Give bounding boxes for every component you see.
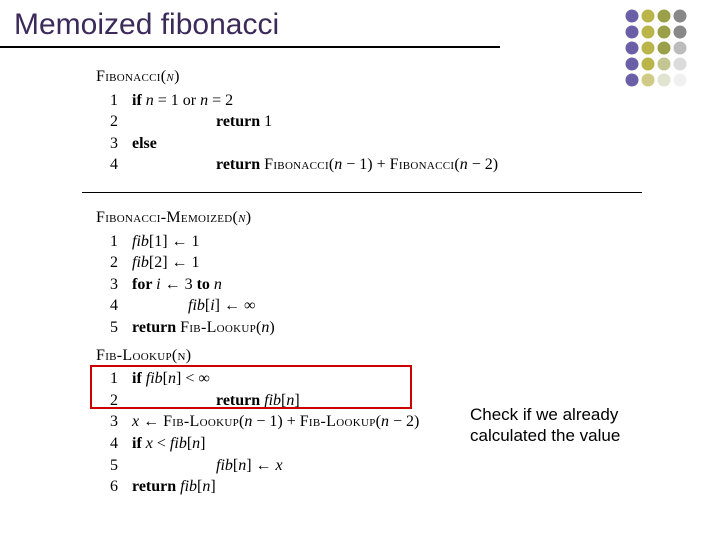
code-line: 3 else	[96, 133, 720, 155]
code-text: return Fib-Lookup(n)	[132, 317, 275, 339]
code-line: 2 fib[2] ← 1	[96, 252, 720, 274]
code-text: return 1	[132, 111, 272, 133]
code-text: fib[i] ← ∞	[132, 295, 255, 317]
line-number: 3	[96, 133, 118, 155]
code-text: else	[132, 133, 157, 155]
code-line: 1 fib[1] ← 1	[96, 231, 720, 253]
code-text: if fib[n] < ∞	[132, 368, 210, 390]
code-line: 5 return Fib-Lookup(n)	[96, 317, 720, 339]
code-text: x ← Fib-Lookup(n − 1) + Fib-Lookup(n − 2…	[132, 411, 419, 433]
line-number: 4	[96, 433, 118, 455]
line-number: 3	[96, 274, 118, 296]
line-number: 1	[96, 231, 118, 253]
dot-logo	[622, 6, 702, 98]
line-number: 1	[96, 368, 118, 390]
code-line: 5 fib[n] ← x	[96, 455, 720, 477]
title-bar: Memoized fibonacci	[0, 0, 500, 48]
algo-title: Fib-Lookup(n)	[96, 345, 720, 367]
line-number: 3	[96, 411, 118, 433]
line-number: 1	[96, 90, 118, 112]
code-line: 2 return 1	[96, 111, 720, 133]
algo-body: 1 if n = 1 or n = 2 2 return 1 3 else 4 return …	[96, 90, 720, 176]
line-number: 5	[96, 317, 118, 339]
code-line: 1 if fib[n] < ∞	[96, 368, 720, 390]
code-text: fib[1] ← 1	[132, 231, 200, 253]
code-line: 4 fib[i] ← ∞	[96, 295, 720, 317]
algo-title: Fibonacci-Memoized(n)	[96, 207, 720, 229]
algo-fibonacci-memoized: Fibonacci-Memoized(n) 1 fib[1] ← 1 2 fib[2]…	[96, 207, 720, 339]
line-number: 2	[96, 111, 118, 133]
slide-title: Memoized fibonacci	[14, 8, 486, 42]
code-text: return fib[n]	[132, 390, 300, 412]
code-text: return fib[n]	[132, 476, 216, 498]
algo-body: 1 fib[1] ← 1 2 fib[2] ← 1 3 for i ← 3 to n 4 fi…	[96, 231, 720, 339]
code-text: if x < fib[n]	[132, 433, 205, 455]
code-text: for i ← 3 to n	[132, 274, 222, 296]
code-line: 4 return Fibonacci(n − 1) + Fibonacci(n −…	[96, 154, 720, 176]
code-line: 6 return fib[n]	[96, 476, 720, 498]
code-text: fib[2] ← 1	[132, 252, 200, 274]
line-number: 2	[96, 390, 118, 412]
annotation-text: Check if we already calculated the value	[470, 404, 670, 447]
line-number: 4	[96, 295, 118, 317]
line-number: 2	[96, 252, 118, 274]
line-number: 6	[96, 476, 118, 498]
code-text: if n = 1 or n = 2	[132, 90, 233, 112]
line-number: 4	[96, 154, 118, 176]
code-line: 3 for i ← 3 to n	[96, 274, 720, 296]
line-number: 5	[96, 455, 118, 477]
code-text: return Fibonacci(n − 1) + Fibonacci(n − …	[132, 154, 498, 176]
divider	[82, 192, 642, 193]
code-text: fib[n] ← x	[132, 455, 283, 477]
